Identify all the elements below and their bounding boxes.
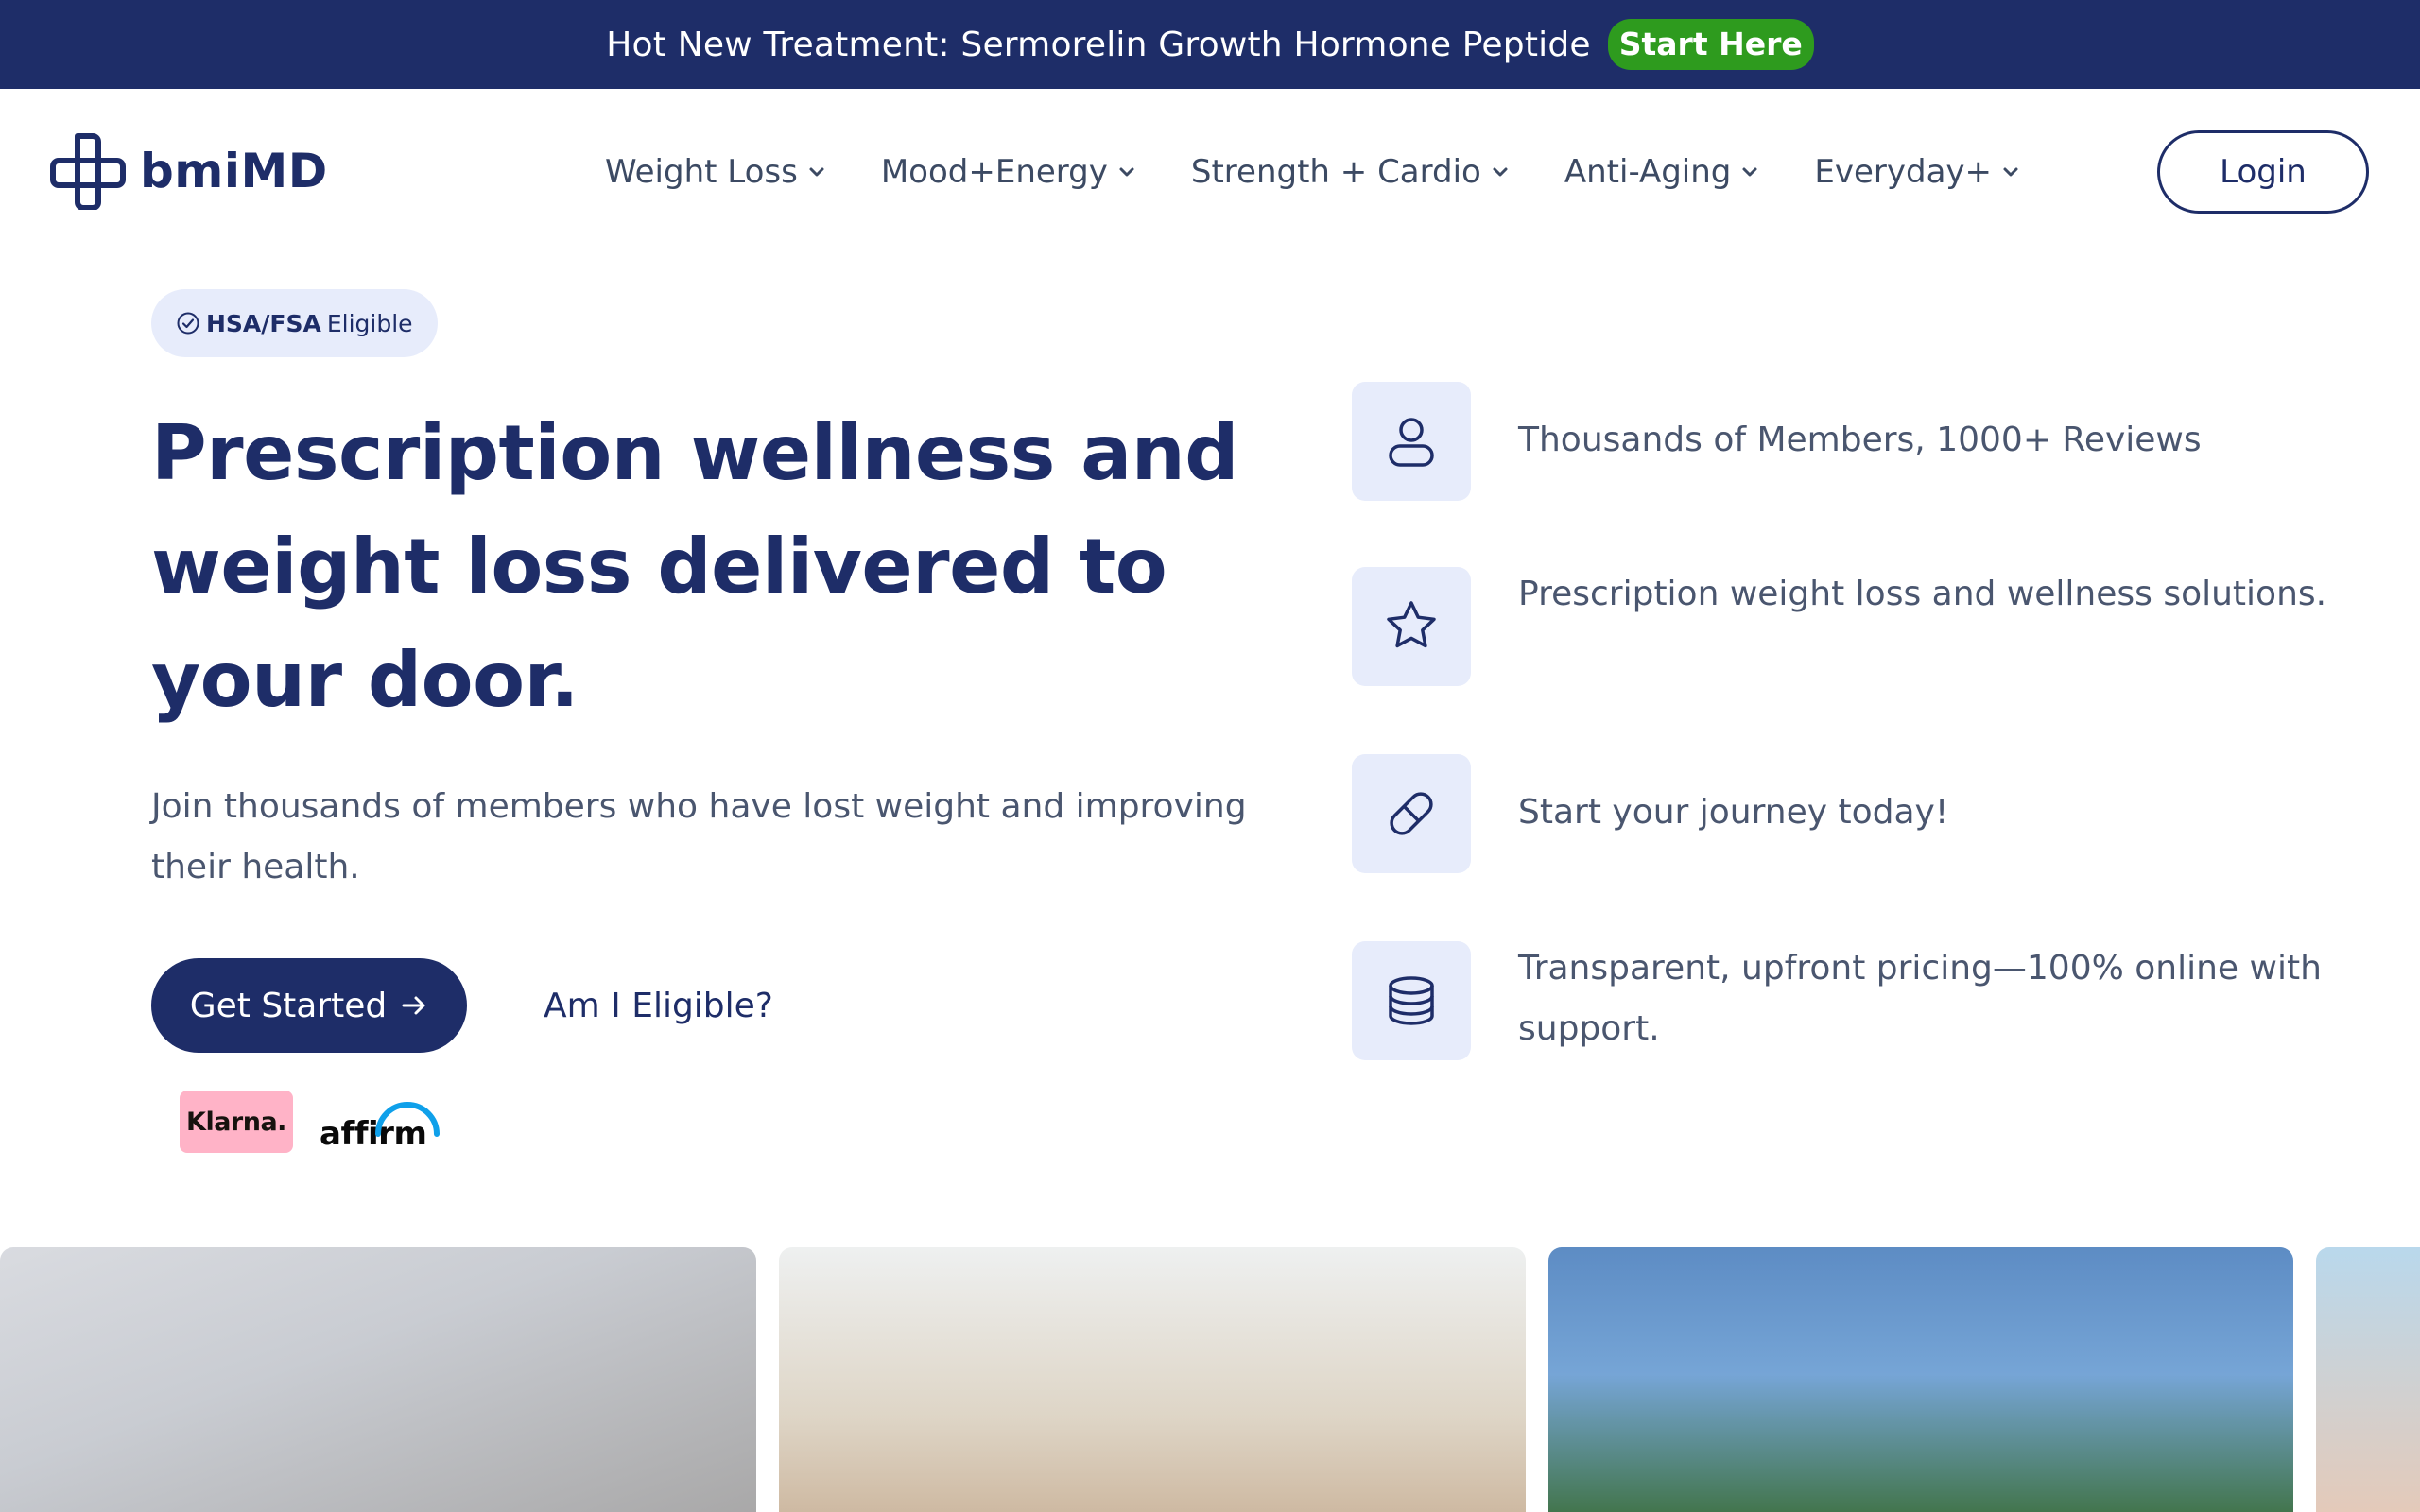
user-icon <box>1389 418 1434 467</box>
chevron-down-icon <box>809 167 824 177</box>
chevron-down-icon <box>1493 167 1508 177</box>
nav-everyday-plus[interactable]: Everyday+ <box>1814 153 2020 191</box>
nav-label: Weight Loss <box>605 153 798 191</box>
get-started-label: Get Started <box>189 986 388 1025</box>
coins-icon <box>1389 976 1434 1025</box>
announcement-bar: Hot New Treatment: Sermorelin Growth Hor… <box>0 0 2420 89</box>
login-button[interactable]: Login <box>2157 130 2369 214</box>
nav-label: Anti-Aging <box>1564 153 1732 191</box>
feature-text: Start your journey today! <box>1518 793 1949 832</box>
feature-text: Transparent, upfront pricing—100% online… <box>1518 949 2322 1048</box>
lifestyle-photo-woman-smiling <box>0 1247 756 1512</box>
nav-mood-energy[interactable]: Mood+Energy <box>881 153 1136 191</box>
nav-strength-cardio[interactable]: Strength + Cardio <box>1191 153 1510 191</box>
medical-cross-logo-icon <box>50 133 126 210</box>
hero-title: Prescription wellness and weight loss de… <box>151 409 1238 724</box>
chevron-down-icon <box>1119 167 1134 177</box>
affirm-arc-icon <box>375 1102 440 1137</box>
hero-subtitle: Join thousands of members who have lost … <box>151 787 1247 886</box>
feature-icon-tile <box>1352 754 1471 873</box>
main-nav: Weight Loss Mood+Energy Strength + Cardi… <box>605 144 2020 200</box>
lifestyle-photo-woman-running <box>779 1247 1526 1512</box>
feature-icon-tile <box>1352 382 1471 501</box>
announcement-text: Hot New Treatment: Sermorelin Growth Hor… <box>606 25 1591 64</box>
star-icon <box>1387 601 1436 648</box>
badge-light-text: Eligible <box>326 309 413 337</box>
get-started-button[interactable]: Get Started <box>151 958 467 1053</box>
klarna-logo: Klarna. <box>180 1091 293 1153</box>
check-circle-icon <box>177 312 199 335</box>
feature-text: Prescription weight loss and wellness so… <box>1518 575 2327 613</box>
nav-label: Strength + Cardio <box>1190 153 1481 191</box>
brand-logo[interactable]: bmiMD <box>49 132 328 210</box>
am-i-eligible-link[interactable]: Am I Eligible? <box>544 977 773 1034</box>
badge-strong-text: HSA/FSA <box>206 309 321 337</box>
lifestyle-photo-partial <box>2316 1247 2420 1512</box>
arrow-right-icon <box>402 996 425 1015</box>
nav-label: Everyday+ <box>1814 153 1993 191</box>
pill-icon <box>1390 792 1433 835</box>
feature-icon-tile <box>1352 941 1471 1060</box>
chevron-down-icon <box>1742 167 1757 177</box>
hsa-fsa-badge: HSA/FSA Eligible <box>151 289 438 357</box>
affirm-logo: affirm <box>318 1096 441 1153</box>
lifestyle-photo-outdoor-jogging <box>1548 1247 2293 1512</box>
feature-icon-tile <box>1352 567 1471 686</box>
feature-text: Thousands of Members, 1000+ Reviews <box>1518 421 2202 459</box>
nav-anti-aging[interactable]: Anti-Aging <box>1564 153 1760 191</box>
nav-weight-loss[interactable]: Weight Loss <box>605 153 826 191</box>
logo-wordmark: bmiMD <box>140 144 328 198</box>
nav-label: Mood+Energy <box>880 153 1108 191</box>
start-here-button[interactable]: Start Here <box>1607 18 1814 71</box>
chevron-down-icon <box>2003 167 2018 177</box>
